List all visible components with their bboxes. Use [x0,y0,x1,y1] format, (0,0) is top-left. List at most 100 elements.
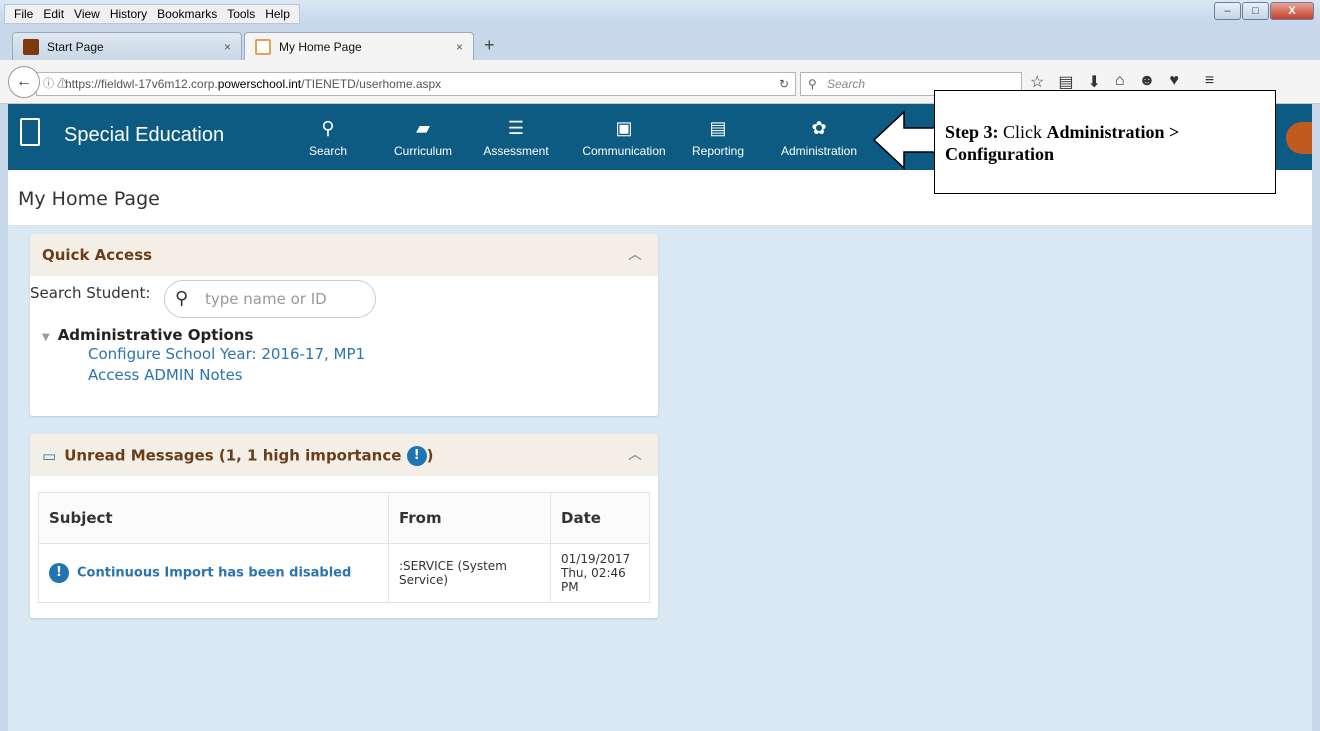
toolbar-icons: ☆ ▤ ⬇ ⌂ ☻ ♥ ≡ [1030,72,1214,92]
callout-sep: > [1164,122,1180,142]
tab-my-home-page[interactable]: My Home Page × [244,32,474,60]
clipboard-icon: ☰ [507,118,525,138]
document-icon: ▤ [709,118,727,138]
new-tab-button[interactable]: + [476,35,505,60]
menu-view[interactable]: View [69,5,105,23]
column-date[interactable]: Date [550,492,650,544]
url-suffix: /TIENETD/userhome.aspx [301,77,442,91]
inbox-icon: ▭ [42,446,57,465]
close-window-button[interactable]: X [1270,2,1314,20]
reading-list-icon[interactable]: ▤ [1058,72,1073,92]
app-title[interactable]: Special Education [64,124,224,147]
callout-bold-2: Configuration [945,144,1055,164]
table-row[interactable]: ! Continuous Import has been disabled :SE… [38,543,650,603]
message-from-cell: :SERVICE (System Service) [388,543,551,603]
search-icon: ⚲ [321,118,335,138]
tab-label: My Home Page [279,39,362,54]
search-placeholder: Search [827,77,866,91]
gear-icon: ✿ [811,118,827,138]
column-subject[interactable]: Subject [38,492,389,544]
callout-step: Step 3: [945,122,999,142]
nav-reporting-label: Reporting [691,144,745,158]
tab-start-page[interactable]: Start Page × [12,32,242,60]
url-prefix: https://fieldwl-17v6m12.corp. [65,77,218,91]
minimize-button[interactable]: – [1214,2,1241,20]
search-icon: ⚲ [175,288,189,309]
url-domain: powerschool.int [217,77,302,91]
download-icon[interactable]: ⬇ [1087,72,1100,92]
high-importance-icon: ! [49,563,69,583]
messages-header: ▭ Unread Messages (1, 1 high importance !… [30,434,658,476]
nav-reporting[interactable]: ▤ Reporting [688,118,748,158]
user-avatar[interactable] [1286,122,1312,154]
table-header-row: Subject From Date [38,492,650,544]
nav-search[interactable]: ⚲ Search [306,118,350,158]
title-bar: File Edit View History Bookmarks Tools H… [0,0,1320,26]
expand-triangle-icon[interactable]: ▼ [42,332,50,343]
tab-strip: Start Page × My Home Page × + [12,30,505,60]
admin-options-title: Administrative Options [57,326,254,344]
search-icon: ⚲ [808,77,817,91]
pocket-icon[interactable]: ♥ [1169,72,1179,92]
callout-bold-1: Administration [1046,122,1165,142]
back-button[interactable]: ← [8,66,40,98]
home-icon[interactable]: ⌂ [1115,72,1125,92]
hamburger-menu-icon[interactable]: ≡ [1205,72,1214,92]
column-from[interactable]: From [388,492,551,544]
browser-window: File Edit View History Bookmarks Tools H… [0,0,1320,731]
messages-title-text: Unread Messages (1, 1 high importance [64,446,402,465]
nav-curriculum[interactable]: ▰ Curriculum [388,118,458,158]
messages-title-close: ) [426,446,434,465]
administrative-options: ▼ Administrative Options Configure School… [42,326,365,386]
quick-access-title: Quick Access [42,246,153,264]
search-student-label: Search Student: [30,284,151,302]
unread-messages-panel: ▭ Unread Messages (1, 1 high importance !… [30,434,658,618]
nav-curriculum-label: Curriculum [393,144,452,158]
menu-file[interactable]: File [9,5,38,23]
nav-search-label: Search [308,144,348,158]
menu-help[interactable]: Help [260,5,295,23]
menu-bookmarks[interactable]: Bookmarks [152,5,222,23]
access-admin-notes-link[interactable]: Access ADMIN Notes [88,365,365,386]
quick-access-panel: Quick Access ︿ Search Student: ⚲ type na… [30,234,658,416]
url-bar[interactable]: ⓘ ⚠ https://fieldwl-17v6m12.corp.powersc… [36,72,796,96]
site-info-icon[interactable]: ⓘ ⚠ [43,73,68,95]
tab-close-icon[interactable]: × [224,40,231,54]
reload-icon[interactable]: ↻ [779,73,789,95]
tab-label: Start Page [47,39,104,54]
collapse-icon[interactable]: ︿ [628,244,642,264]
callout-text: Step 3: Click Administration > Configurat… [945,121,1275,165]
student-search-placeholder: type name or ID [205,290,327,308]
nav-communication[interactable]: ▣ Communication [574,118,674,158]
message-date-cell: 01/19/2017 Thu, 02:46 PM [550,543,650,603]
nav-assessment-label: Assessment [483,144,549,158]
callout-text-1: Click [998,122,1047,142]
callout-arrow-icon [872,110,937,170]
nav-assessment[interactable]: ☰ Assessment [474,118,558,158]
menu-history[interactable]: History [105,5,152,23]
smiley-icon[interactable]: ☻ [1139,72,1156,92]
instruction-callout: Step 3: Click Administration > Configurat… [934,90,1276,194]
bookmark-star-icon[interactable]: ☆ [1030,72,1044,92]
messages-table: Subject From Date ! Continuous Import has… [38,492,650,603]
menu-tools[interactable]: Tools [222,5,260,23]
powerschool-logo-icon[interactable] [20,118,40,146]
nav-administration-label: Administration [780,144,858,158]
tab-close-icon[interactable]: × [456,40,463,54]
nav-administration[interactable]: ✿ Administration [772,118,866,158]
nav-communication-label: Communication [582,144,666,158]
menu-bar: File Edit View History Bookmarks Tools H… [4,4,300,24]
messages-title: ▭ Unread Messages (1, 1 high importance !… [42,446,434,466]
admin-options-header[interactable]: ▼ Administrative Options [42,326,365,344]
configure-school-year-link[interactable]: Configure School Year: 2016-17, MP1 [88,344,365,365]
powerschool-favicon-icon [255,38,271,55]
main-content: Quick Access ︿ Search Student: ⚲ type na… [8,226,1312,731]
window-controls: – □ X [1214,2,1314,20]
student-search-input[interactable]: ⚲ type name or ID [164,280,376,318]
message-subject-cell: ! Continuous Import has been disabled [38,543,389,603]
collapse-icon[interactable]: ︿ [628,444,642,464]
message-subject-link[interactable]: Continuous Import has been disabled [77,566,351,581]
menu-edit[interactable]: Edit [38,5,69,23]
maximize-button[interactable]: □ [1242,2,1269,20]
communication-icon: ▣ [615,118,633,138]
